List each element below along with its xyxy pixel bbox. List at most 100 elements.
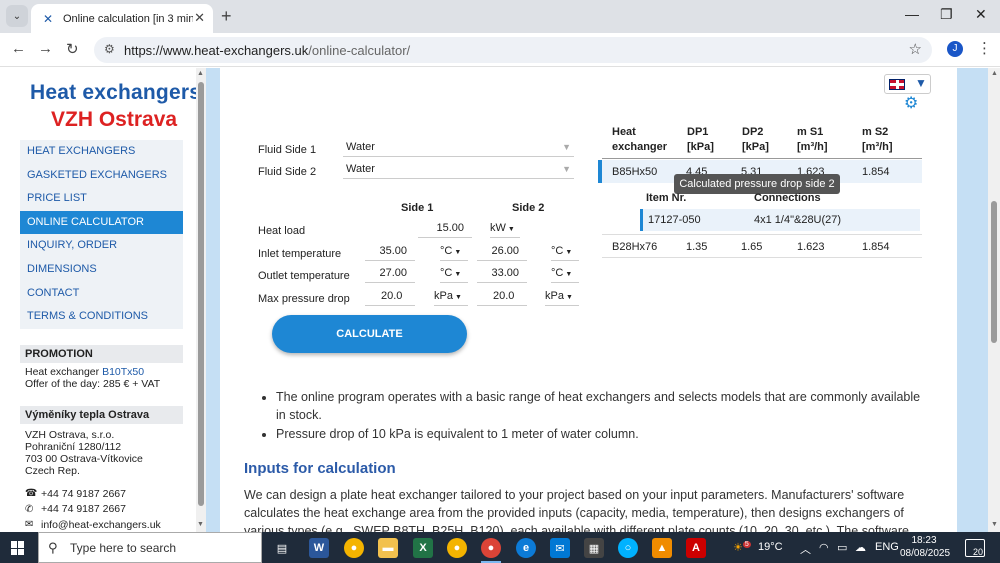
page-scroll-up-icon[interactable]: ▲ — [991, 70, 998, 77]
browser-tab[interactable]: ✕ Online calculation [in 3 minutes ✕ — [31, 4, 213, 33]
outlet-temp-side2-unit[interactable]: °C ▼ — [551, 266, 579, 283]
inlet-temp-side1-input[interactable]: 35.00 — [365, 244, 415, 261]
new-tab-icon[interactable]: + — [221, 6, 232, 27]
row-divider — [602, 257, 922, 258]
inlet-temp-side1-unit[interactable]: °C ▼ — [440, 244, 468, 261]
menu-item-gasketed[interactable]: GASKETED EXCHANGERS — [20, 164, 183, 188]
language-selector[interactable]: ▼ — [884, 74, 931, 94]
menu-item-terms[interactable]: TERMS & CONDITIONS — [20, 305, 183, 329]
page-scroll-thumb[interactable] — [991, 201, 997, 343]
menu-item-contact[interactable]: CONTACT — [20, 282, 183, 306]
language-indicator[interactable]: ENG — [875, 541, 899, 553]
forward-icon[interactable]: → — [38, 40, 53, 57]
chrome-canary-icon[interactable]: ● — [344, 538, 364, 558]
contact-email[interactable]: ✉ info@heat-exchangers.uk — [20, 517, 183, 532]
weather-temperature[interactable]: 19°C — [758, 541, 783, 553]
vlc-icon[interactable]: ▲ — [652, 538, 672, 558]
contact-whatsapp[interactable]: ✆ +44 74 9187 2667 — [20, 502, 183, 518]
inlet-temperature-label: Inlet temperature — [258, 248, 342, 260]
logo-line1[interactable]: Heat exchangers — [30, 81, 201, 105]
close-window-icon[interactable]: ✕ — [975, 6, 987, 23]
chrome-icon[interactable]: ● — [481, 538, 501, 558]
cloud-icon[interactable]: ☁ — [855, 541, 866, 554]
list-item: The online program operates with a basic… — [276, 388, 930, 424]
row2-model[interactable]: B28Hx76 — [612, 241, 657, 253]
tab-search-button[interactable]: ⌄ — [6, 5, 28, 27]
network-icon[interactable]: ◠ — [819, 541, 829, 554]
excel-icon[interactable]: X — [413, 538, 433, 558]
device-icon[interactable]: ▭ — [837, 541, 847, 554]
mail-icon[interactable]: ✉ — [550, 538, 570, 558]
cortana-icon[interactable]: ○ — [618, 538, 638, 558]
dp-side2-unit[interactable]: kPa ▼ — [545, 289, 579, 306]
address-bar[interactable]: ⚙ https://www.heat-exchangers.uk/online-… — [94, 37, 932, 63]
col-header-heat-exchanger[interactable]: Heat exchanger — [612, 125, 667, 155]
menu-item-heat-exchangers[interactable]: HEAT EXCHANGERS — [20, 140, 183, 164]
col-header-dp2[interactable]: DP2 [kPa] — [742, 125, 769, 155]
dp-side1-input[interactable]: 20.0 — [365, 289, 415, 306]
sidebar-scrollbar[interactable]: ▲ ▼ — [196, 68, 206, 532]
acrobat-icon[interactable]: A — [686, 538, 706, 558]
system-clock[interactable]: 18:23 08/08/2025 — [900, 534, 950, 560]
inlet-temp-side2-input[interactable]: 26.00 — [477, 244, 527, 261]
row1-model[interactable]: B85Hx50 — [612, 166, 657, 178]
notification-icon[interactable]: 20 — [965, 539, 985, 557]
heat-load-unit-select[interactable]: kW ▼ — [490, 221, 520, 238]
calculate-button[interactable]: CALCULATE — [272, 315, 467, 353]
tab-title: Online calculation [in 3 minutes — [63, 12, 193, 25]
col-header-ms1[interactable]: m S1 [m³/h] — [797, 125, 828, 155]
promotion-title: PROMOTION — [20, 345, 183, 363]
logo-line2[interactable]: VZH Ostrava — [51, 108, 177, 132]
page-scroll-down-icon[interactable]: ▼ — [991, 521, 998, 528]
dp-side1-unit[interactable]: kPa ▼ — [434, 289, 468, 306]
inlet-temp-side2-unit[interactable]: °C ▼ — [551, 244, 579, 261]
weather-icon[interactable]: ☀ 5 — [733, 541, 751, 554]
menu-item-inquiry[interactable]: INQUIRY, ORDER — [20, 234, 183, 258]
left-gutter — [206, 68, 220, 532]
restore-icon[interactable]: ❐ — [940, 6, 953, 23]
outlet-temp-side2-input[interactable]: 33.00 — [477, 266, 527, 283]
gear-icon[interactable]: ⚙ — [904, 93, 918, 113]
edge-icon[interactable]: e — [516, 538, 536, 558]
reload-icon[interactable]: ↻ — [66, 40, 79, 58]
site-info-icon[interactable]: ⚙ — [104, 42, 115, 56]
dropdown-arrow-icon: ▼ — [562, 142, 571, 152]
close-tab-icon[interactable]: ✕ — [194, 10, 205, 26]
fluid-side-2-select[interactable]: Water ▼ — [343, 161, 574, 179]
task-view-icon[interactable]: ▤ — [272, 538, 292, 558]
scroll-up-icon[interactable]: ▲ — [197, 70, 204, 77]
bookmark-star-icon[interactable]: ☆ — [909, 40, 922, 58]
section-heading: Inputs for calculation — [244, 460, 396, 477]
chrome-beta-icon[interactable]: ● — [447, 538, 467, 558]
store-icon[interactable]: ▦ — [584, 538, 604, 558]
browser-menu-icon[interactable]: ⋮ — [977, 39, 992, 57]
menu-item-price-list[interactable]: PRICE LIST — [20, 187, 183, 211]
sidebar-scroll-thumb[interactable] — [198, 82, 204, 506]
menu-item-dimensions[interactable]: DIMENSIONS — [20, 258, 183, 282]
dropdown-arrow-icon: ▼ — [562, 164, 571, 174]
fluid-side-1-select[interactable]: Water ▼ — [343, 139, 574, 157]
heat-load-input[interactable]: 15.00 — [418, 221, 472, 238]
outlet-temp-side1-unit[interactable]: °C ▼ — [440, 266, 468, 283]
minimize-icon[interactable]: — — [905, 6, 919, 22]
dp-side2-input[interactable]: 20.0 — [477, 289, 527, 306]
tray-chevron-icon[interactable]: ︿ — [800, 541, 811, 557]
outlet-temp-side1-input[interactable]: 27.00 — [365, 266, 415, 283]
menu-item-online-calculator[interactable]: ONLINE CALCULATOR — [20, 210, 183, 235]
windows-start-icon[interactable] — [11, 541, 25, 555]
file-explorer-icon[interactable]: ▬ — [378, 538, 398, 558]
back-icon[interactable]: ← — [11, 40, 26, 57]
site-favicon-icon: ✕ — [42, 11, 54, 26]
contact-phone[interactable]: ☎ +44 74 9187 2667 — [20, 486, 183, 502]
promotion-link[interactable]: B10Tx50 — [102, 366, 144, 378]
word-icon[interactable]: W — [309, 538, 329, 558]
row1-ms2: 1.854 — [862, 166, 890, 178]
search-placeholder: Type here to search — [70, 541, 177, 555]
profile-avatar[interactable]: J — [947, 41, 963, 57]
row2-ms1: 1.623 — [797, 241, 825, 253]
page-scrollbar[interactable]: ▲ ▼ — [988, 68, 1000, 532]
col-header-dp1[interactable]: DP1 [kPa] — [687, 125, 714, 155]
col-header-ms2[interactable]: m S2 [m³/h] — [862, 125, 893, 155]
scroll-down-icon[interactable]: ▼ — [197, 521, 204, 528]
taskbar-search[interactable]: ⚲ Type here to search — [38, 532, 262, 563]
